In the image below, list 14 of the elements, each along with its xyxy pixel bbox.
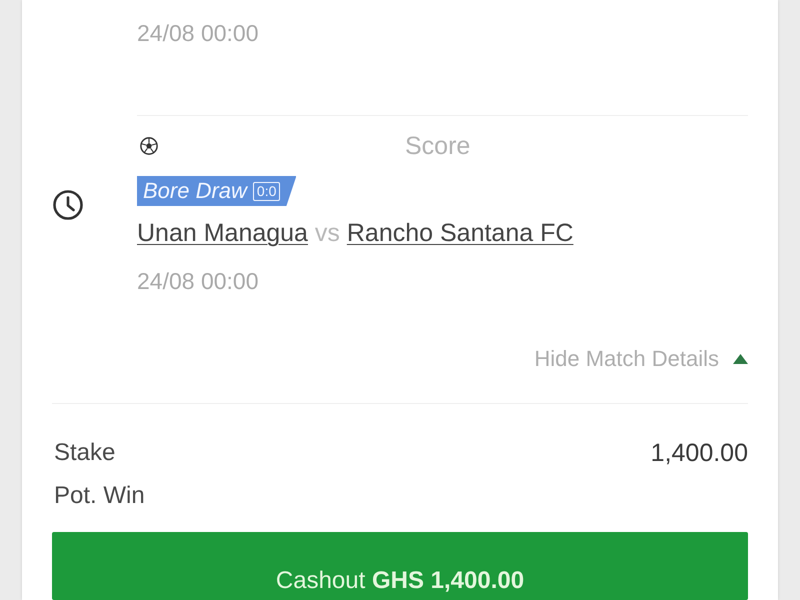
- clock-icon: [52, 188, 84, 220]
- match-date: 24/08 00:00: [137, 268, 259, 294]
- score-box: 0:0: [252, 182, 280, 200]
- pick-label: Bore Draw: [143, 178, 247, 204]
- summary-label: Stake: [53, 439, 116, 467]
- soccer-ball-icon: [140, 137, 158, 155]
- summary-label: Pot. Win: [53, 482, 145, 510]
- market-name: Score: [405, 132, 470, 160]
- summary-value: 1,400.00: [650, 438, 748, 468]
- caret-icon: [733, 354, 748, 364]
- home-team-link[interactable]: Unan Managua: [137, 219, 308, 247]
- match-date: 24/08 00:00: [137, 20, 259, 46]
- vs-text: vs: [314, 219, 340, 247]
- away-team-link[interactable]: Rancho Santana FC: [346, 219, 574, 247]
